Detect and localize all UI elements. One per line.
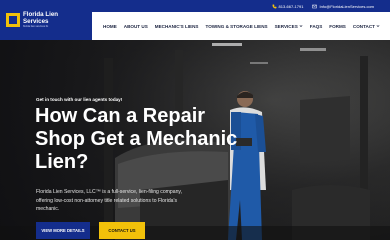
- nav-home[interactable]: HOME: [103, 24, 117, 29]
- nav-label: CONTACT: [352, 23, 375, 29]
- hero-section: Get in touch with our lien agents today!…: [0, 40, 390, 240]
- nav-contact[interactable]: CONTACT: [353, 24, 380, 29]
- logo-mark-icon: [6, 13, 20, 27]
- nav-label: FORMS: [329, 23, 346, 29]
- nav-faqs[interactable]: FAQS: [310, 24, 323, 29]
- nav-services[interactable]: SERVICES: [275, 24, 303, 29]
- logo-tagline: florida lien services llc: [23, 24, 49, 28]
- phone-number: 813-667-1791: [278, 3, 304, 9]
- nav-label: FAQS: [309, 23, 323, 29]
- view-more-details-button[interactable]: VIEW MORE DETAILS: [36, 222, 90, 239]
- chevron-down-icon: [376, 25, 380, 28]
- phone-link[interactable]: 813-667-1791: [272, 3, 304, 9]
- nav-towing-storage-liens[interactable]: TOWING & STORAGE LIENS: [206, 24, 268, 29]
- nav-label: ABOUT US: [123, 23, 148, 29]
- phone-icon: [272, 4, 277, 8]
- nav-label: TOWING & STORAGE LIENS: [205, 23, 268, 29]
- hero-description: Florida Lien Services, LLC™ is a full-se…: [36, 189, 182, 213]
- nav-about-us[interactable]: ABOUT US: [124, 24, 148, 29]
- utility-bar: 813-667-1791 Info@FloridaLienServices.co…: [92, 0, 390, 12]
- site-header: Florida Lien Services florida lien servi…: [0, 0, 390, 40]
- nav-label: MECHANIC'S LIENS: [154, 23, 199, 29]
- main-nav: HOME ABOUT US MECHANIC'S LIENS TOWING & …: [92, 12, 390, 40]
- nav-label: HOME: [103, 23, 117, 29]
- nav-label: SERVICES: [274, 23, 298, 29]
- hero-title: How Can a Repair Shop Get a Mechanic Lie…: [35, 105, 238, 173]
- logo-text: Florida Lien Services florida lien servi…: [23, 11, 58, 28]
- envelope-icon: [312, 4, 318, 8]
- email-address: Info@FloridaLienServices.com: [319, 3, 374, 9]
- hero-eyebrow: Get in touch with our lien agents today!: [36, 97, 123, 102]
- contact-us-button[interactable]: CONTACT US: [99, 222, 145, 239]
- email-link[interactable]: Info@FloridaLienServices.com: [312, 4, 374, 9]
- nav-forms[interactable]: FORMS: [329, 24, 346, 29]
- brand-logo[interactable]: Florida Lien Services florida lien servi…: [0, 0, 92, 40]
- chevron-down-icon: [299, 25, 303, 28]
- nav-mechanics-liens[interactable]: MECHANIC'S LIENS: [155, 24, 199, 29]
